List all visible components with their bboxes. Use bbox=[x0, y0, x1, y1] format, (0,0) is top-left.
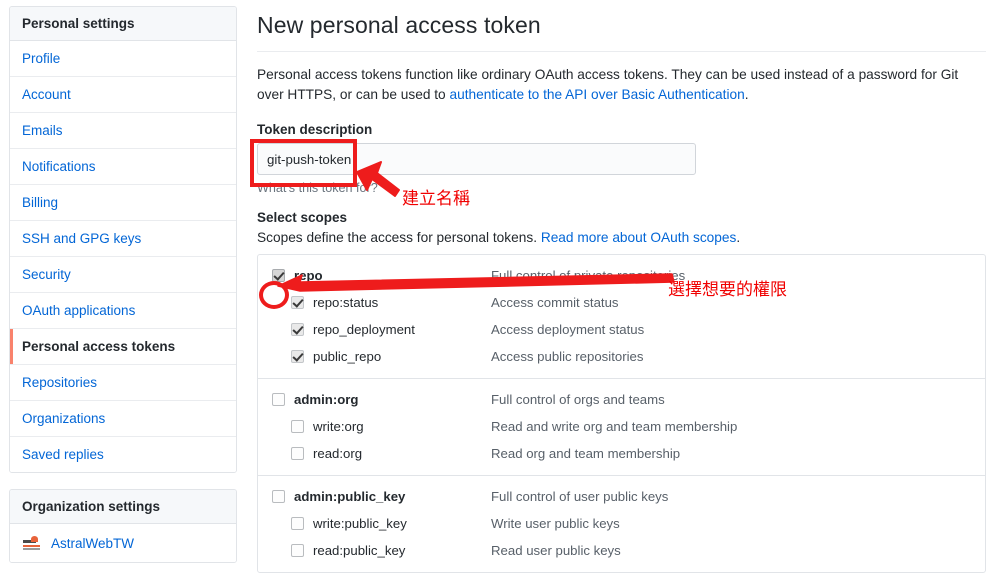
sidebar-item-notifications[interactable]: Notifications bbox=[10, 149, 236, 185]
organization-settings-menu: Organization settings AstralWebTW bbox=[9, 489, 237, 563]
sidebar-item-ssh-and-gpg-keys[interactable]: SSH and GPG keys bbox=[10, 221, 236, 257]
public-repo-scope-checkbox[interactable] bbox=[291, 350, 304, 363]
intro-text-after: . bbox=[744, 87, 749, 102]
annotation-text-select-permissions: 選擇想要的權限 bbox=[668, 280, 787, 300]
sidebar-item-billing[interactable]: Billing bbox=[10, 185, 236, 221]
scope-description: Full control of user public keys bbox=[491, 489, 669, 504]
write-public-key-scope-checkbox[interactable] bbox=[291, 517, 304, 530]
scope-description: Access deployment status bbox=[491, 322, 645, 337]
sidebar-item-personal-access-tokens[interactable]: Personal access tokens bbox=[10, 329, 236, 365]
scope-description: Read org and team membership bbox=[491, 446, 681, 461]
sidebar: Personal settings Profile Account Emails… bbox=[9, 6, 237, 563]
scope-description: Full control of orgs and teams bbox=[491, 392, 665, 407]
main-content: New personal access token Personal acces… bbox=[257, 0, 987, 573]
admin-org-scope-checkbox[interactable] bbox=[272, 393, 285, 406]
scopes-list: repo Full control of private repositorie… bbox=[257, 254, 986, 573]
oauth-scopes-link[interactable]: Read more about OAuth scopes bbox=[541, 230, 737, 245]
repo-scope-checkbox[interactable] bbox=[272, 269, 285, 282]
token-description-label: Token description bbox=[257, 122, 373, 137]
scopes-description: Scopes define the access for personal to… bbox=[257, 230, 987, 254]
scope-name: repo:status bbox=[313, 295, 379, 310]
page-title: New personal access token bbox=[257, 12, 541, 38]
scope-description: Full control of private repositories bbox=[491, 268, 686, 283]
scope-name: admin:public_key bbox=[294, 489, 406, 504]
scope-row-repo-status[interactable]: repo:status Access commit status bbox=[258, 289, 985, 316]
token-description-hint: What's this token for? bbox=[257, 181, 378, 195]
scope-name: write:org bbox=[313, 419, 364, 434]
admin-public-key-scope-checkbox[interactable] bbox=[272, 490, 285, 503]
token-description-input[interactable] bbox=[257, 143, 696, 175]
scope-row-admin-public-key[interactable]: admin:public_key Full control of user pu… bbox=[258, 483, 985, 510]
scope-row-public-repo[interactable]: public_repo Access public repositories bbox=[258, 343, 985, 370]
scopes-desc-before: Scopes define the access for personal to… bbox=[257, 230, 541, 245]
scope-row-read-public-key[interactable]: read:public_key Read user public keys bbox=[258, 537, 985, 564]
repo-status-scope-checkbox[interactable] bbox=[291, 296, 304, 309]
personal-settings-heading: Personal settings bbox=[10, 7, 236, 41]
organization-settings-heading: Organization settings bbox=[10, 490, 236, 524]
org-logo-icon bbox=[22, 533, 42, 553]
scope-name: write:public_key bbox=[313, 516, 407, 531]
scope-row-repo-deployment[interactable]: repo_deployment Access deployment status bbox=[258, 316, 985, 343]
scope-name: read:org bbox=[313, 446, 363, 461]
sidebar-item-organization-astralwebtw[interactable]: AstralWebTW bbox=[10, 524, 236, 562]
scope-description: Read and write org and team membership bbox=[491, 419, 738, 434]
scope-row-read-org[interactable]: read:org Read org and team membership bbox=[258, 440, 985, 467]
sidebar-item-profile[interactable]: Profile bbox=[10, 41, 236, 77]
scope-group-admin-org: admin:org Full control of orgs and teams… bbox=[258, 379, 985, 476]
read-org-scope-checkbox[interactable] bbox=[291, 447, 304, 460]
sidebar-item-oauth-applications[interactable]: OAuth applications bbox=[10, 293, 236, 329]
scope-description: Read user public keys bbox=[491, 543, 621, 558]
scope-row-write-public-key[interactable]: write:public_key Write user public keys bbox=[258, 510, 985, 537]
repo-deployment-scope-checkbox[interactable] bbox=[291, 323, 304, 336]
scope-group-repo: repo Full control of private repositorie… bbox=[258, 255, 985, 379]
sidebar-item-saved-replies[interactable]: Saved replies bbox=[10, 437, 236, 472]
select-scopes-label: Select scopes bbox=[257, 210, 348, 225]
write-org-scope-checkbox[interactable] bbox=[291, 420, 304, 433]
scope-name: repo bbox=[294, 268, 323, 283]
scope-description: Write user public keys bbox=[491, 516, 620, 531]
scope-name: read:public_key bbox=[313, 543, 406, 558]
sidebar-item-repositories[interactable]: Repositories bbox=[10, 365, 236, 401]
scope-description: Access commit status bbox=[491, 295, 619, 310]
scope-name: repo_deployment bbox=[313, 322, 415, 337]
scope-name: admin:org bbox=[294, 392, 359, 407]
scopes-desc-after: . bbox=[736, 230, 741, 245]
scope-row-write-org[interactable]: write:org Read and write org and team me… bbox=[258, 413, 985, 440]
sidebar-item-emails[interactable]: Emails bbox=[10, 113, 236, 149]
sidebar-item-organizations[interactable]: Organizations bbox=[10, 401, 236, 437]
personal-settings-menu: Personal settings Profile Account Emails… bbox=[9, 6, 237, 473]
sidebar-item-security[interactable]: Security bbox=[10, 257, 236, 293]
intro-paragraph: Personal access tokens function like ord… bbox=[257, 52, 970, 105]
basic-authentication-link[interactable]: authenticate to the API over Basic Authe… bbox=[449, 87, 744, 102]
sidebar-item-account[interactable]: Account bbox=[10, 77, 236, 113]
annotation-text-create-name: 建立名稱 bbox=[402, 189, 470, 209]
scope-name: public_repo bbox=[313, 349, 382, 364]
scope-row-admin-org[interactable]: admin:org Full control of orgs and teams bbox=[258, 386, 985, 413]
read-public-key-scope-checkbox[interactable] bbox=[291, 544, 304, 557]
scope-row-repo[interactable]: repo Full control of private repositorie… bbox=[258, 262, 985, 289]
scope-description: Access public repositories bbox=[491, 349, 644, 364]
settings-page: Personal settings Profile Account Emails… bbox=[0, 0, 1000, 573]
organization-name: AstralWebTW bbox=[51, 535, 135, 551]
scope-group-admin-public-key: admin:public_key Full control of user pu… bbox=[258, 476, 985, 572]
